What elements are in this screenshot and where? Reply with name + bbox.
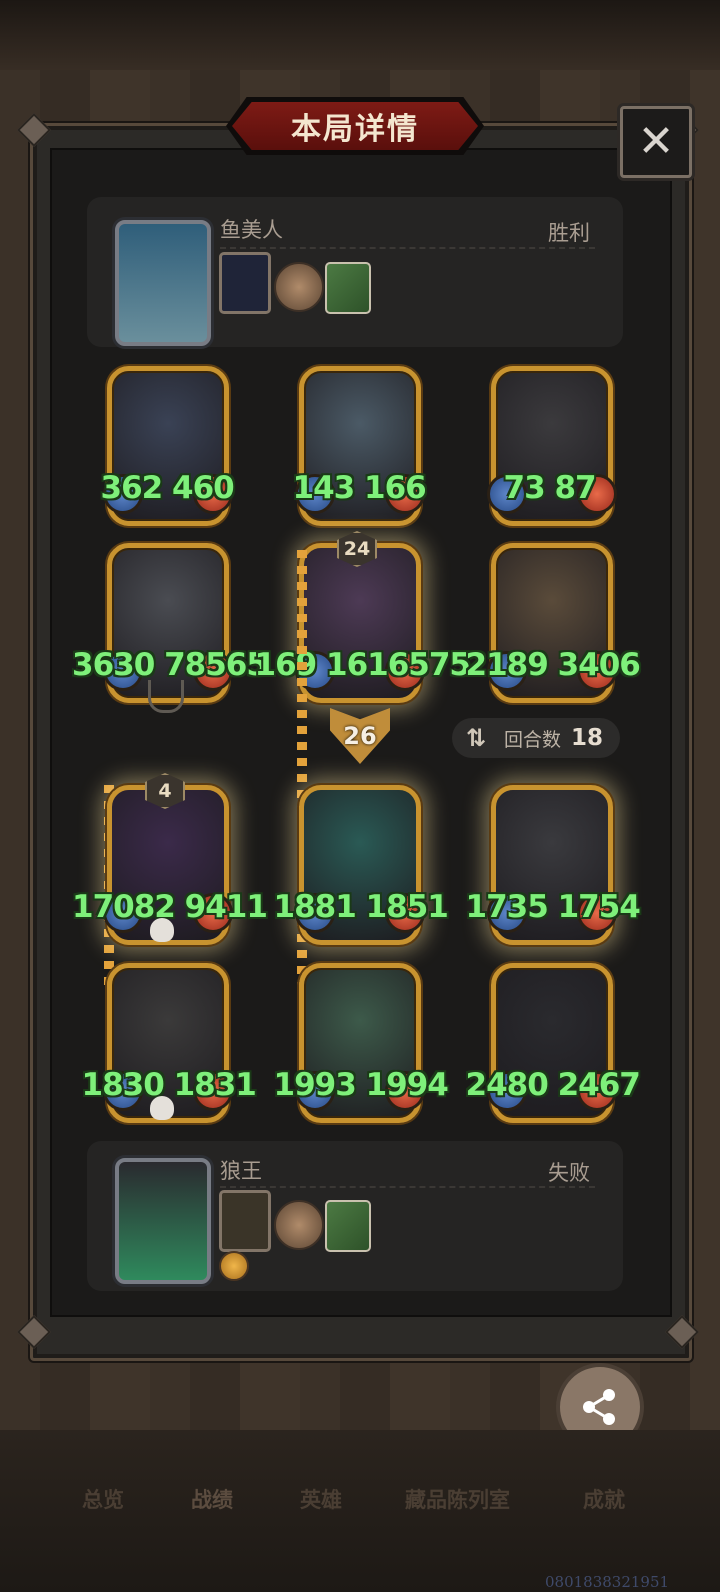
minion-health: 166 xyxy=(364,470,427,506)
attack-value: 26 xyxy=(343,722,377,750)
pocket-watch-icon[interactable] xyxy=(274,262,324,312)
page-title: 本局详情 xyxy=(291,112,419,147)
minion-stats: 2480 2467 xyxy=(465,1067,641,1107)
minion-stats: 143 166 xyxy=(292,470,427,510)
hero-power-icon[interactable] xyxy=(219,1190,271,1252)
coin-icon[interactable] xyxy=(219,1251,249,1281)
player-avatar-naga[interactable] xyxy=(115,220,211,346)
minion-stats: 1881 1851 xyxy=(273,889,449,929)
round-label: 回合数 xyxy=(504,728,562,751)
book-icon[interactable] xyxy=(325,262,371,314)
minion-health: 78565 xyxy=(164,647,268,683)
tab-heroes[interactable]: 英雄 xyxy=(300,1484,342,1514)
minion-health: 87 xyxy=(554,470,596,506)
player-result: 失败 xyxy=(548,1161,590,1185)
minion-attack: 362 xyxy=(100,470,164,506)
minion-stats: 1735 1754 xyxy=(465,889,641,929)
player-name: 鱼美人 xyxy=(220,218,283,242)
close-icon: ✕ xyxy=(637,116,675,167)
round-value: 18 xyxy=(571,725,604,751)
minion-attack: 2189 xyxy=(465,647,549,683)
divider xyxy=(220,247,595,249)
minion-attack: 1881 xyxy=(273,889,357,925)
swap-icon: ⇅ xyxy=(466,724,487,752)
minion-attack: 1993 xyxy=(273,1067,357,1103)
share-icon xyxy=(583,1389,615,1425)
title-banner: 本局详情 xyxy=(232,102,478,150)
minion-health: 1754 xyxy=(557,889,641,925)
anchor-icon xyxy=(148,680,184,713)
minion-attack: 143 xyxy=(292,470,356,506)
player-result: 胜利 xyxy=(548,221,590,245)
minion-health: 1994 xyxy=(365,1067,449,1103)
tab-collection[interactable]: 藏品陈列室 xyxy=(405,1484,510,1514)
minion-health: 1616575 xyxy=(326,647,471,683)
divider xyxy=(220,1186,595,1188)
minion-stats: 1993 1994 xyxy=(273,1067,449,1107)
minion-attack: 2480 xyxy=(465,1067,549,1103)
hero-power-icon[interactable] xyxy=(219,252,271,314)
pocket-watch-icon[interactable] xyxy=(274,1200,324,1250)
player-avatar-wolf-king[interactable] xyxy=(115,1158,211,1284)
minion-attack: 3630 xyxy=(72,647,155,683)
minion-stats: 2189 3406 xyxy=(465,647,641,687)
skull-icon xyxy=(150,1096,174,1120)
minion-health: 2467 xyxy=(557,1067,641,1103)
minion-health: 9411 xyxy=(184,889,268,925)
watermark: 0801838321951 xyxy=(545,1573,670,1591)
tab-overview[interactable]: 总览 xyxy=(82,1484,124,1514)
minion-attack: 1830 xyxy=(81,1067,165,1103)
minion-stats: 73 87 xyxy=(503,470,597,510)
minion-attack: 73 xyxy=(503,470,546,506)
round-counter: ⇅ 回合数 18 xyxy=(452,718,620,758)
minion-stats: 169 1616575 xyxy=(255,647,472,687)
minion-health: 1831 xyxy=(173,1067,257,1103)
minion-attack: 1735 xyxy=(465,889,549,925)
minion-health: 460 xyxy=(172,470,235,506)
tab-record[interactable]: 战绩 xyxy=(191,1484,233,1514)
close-button[interactable]: ✕ xyxy=(620,106,692,178)
player-name: 狼王 xyxy=(220,1159,262,1183)
book-icon[interactable] xyxy=(325,1200,371,1252)
minion-health: 1851 xyxy=(365,889,449,925)
minion-stats: 362 460 xyxy=(100,470,235,510)
skull-icon xyxy=(150,918,174,942)
tab-achievements[interactable]: 成就 xyxy=(583,1484,625,1514)
minion-health: 3406 xyxy=(557,647,641,683)
